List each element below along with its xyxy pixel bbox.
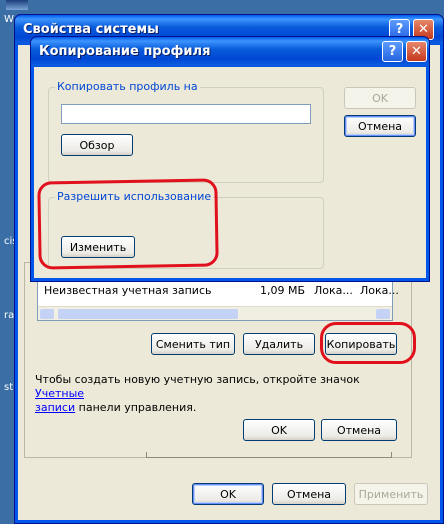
hint-text-start: Чтобы создать новую учетную запись, откр… [35,373,360,386]
scroll-left-icon[interactable] [40,309,54,319]
profiles-ok-button[interactable]: OK [243,419,315,441]
user-profiles-panel: Неизвестная учетная запись 1,09 МБ Лока.… [24,262,412,458]
change-type-button[interactable]: Сменить тип [151,333,235,355]
desktop-label: W [4,14,14,25]
close-icon: ✕ [418,22,429,37]
dialog-ok-button: OK [344,87,416,109]
ok-button[interactable]: OK [192,483,264,505]
change-button[interactable]: Изменить [61,236,135,258]
apply-button: Применить [354,483,428,505]
scroll-thumb[interactable] [58,309,238,319]
delete-button[interactable]: Удалить [243,333,315,355]
cancel-button[interactable]: Отмена [272,483,346,505]
copy-to-button[interactable]: Копировать [325,333,397,355]
copy-to-group: Копировать профиль на Обзор [48,80,324,183]
browse-button[interactable]: Обзор [61,134,133,156]
profile-size: 1,09 МБ [260,284,306,297]
close-icon: ✕ [411,44,422,59]
user-accounts-link-cont[interactable]: записи [35,401,75,414]
horizontal-scrollbar[interactable] [38,306,392,320]
dialog-body: Копировать профиль на Обзор Разрешить ис… [31,67,429,281]
path-input[interactable] [61,104,311,124]
hint-text: Чтобы создать новую учетную запись, откр… [35,373,395,415]
profile-type: Лока... [314,284,353,297]
allow-use-group: Разрешить использование Изменить [48,190,324,269]
dialog-close-button[interactable]: ✕ [406,41,427,62]
allow-use-label: Разрешить использование [55,190,214,203]
copy-to-label: Копировать профиль на [55,80,200,93]
desktop-label: ra [4,310,15,321]
user-accounts-link[interactable]: Учетные [35,387,84,400]
help-icon: ? [395,22,404,37]
hidden-button-edge [146,452,392,458]
copy-profile-dialog: Копирование профиля ? ✕ Копировать профи… [30,36,430,282]
profile-status: Лока... [360,284,399,297]
profile-name[interactable]: Неизвестная учетная запись [44,284,211,297]
scroll-right-icon[interactable] [376,309,390,319]
desktop-icon[interactable] [6,0,28,10]
desktop-label: st [4,382,14,393]
hint-text-end: панели управления. [78,401,197,414]
profiles-cancel-button[interactable]: Отмена [321,419,397,441]
dialog-cancel-button[interactable]: Отмена [344,115,416,137]
help-icon: ? [388,44,397,59]
dialog-title: Копирование профиля [39,44,211,59]
dialog-help-button[interactable]: ? [382,41,403,62]
